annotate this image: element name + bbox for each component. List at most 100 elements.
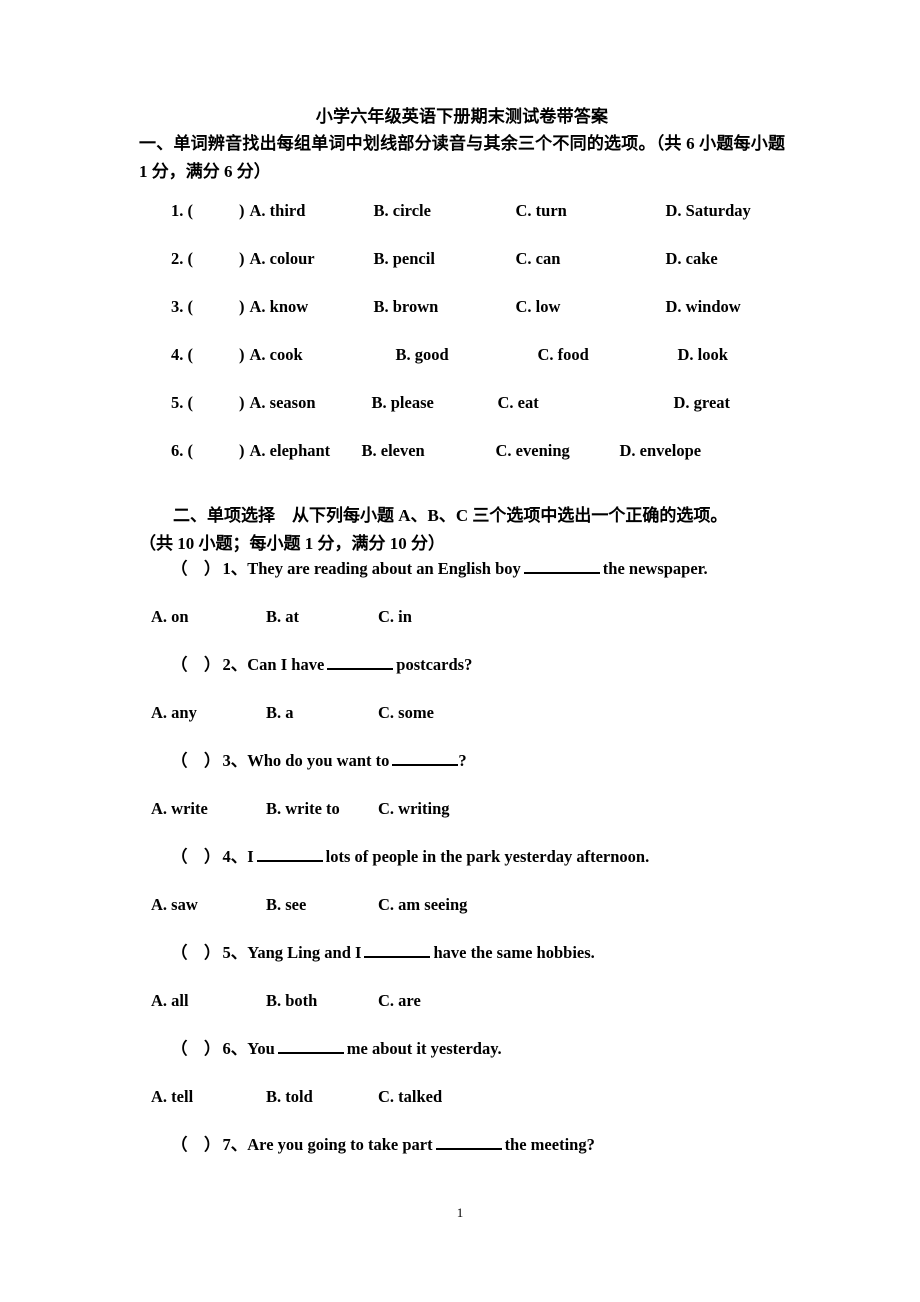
option-b[interactable]: B. a	[266, 702, 378, 750]
question-text-before: I	[247, 847, 254, 866]
question-4: （ ） 4、I lots of people in the park yesterd…	[139, 846, 785, 894]
question-6: （ ） 6、You me about it yesterday.	[139, 1038, 785, 1086]
question-number: 1、	[222, 559, 248, 578]
answer-blank[interactable]	[256, 847, 323, 862]
option-a[interactable]: A. write	[151, 798, 266, 846]
question-number: 5、	[222, 943, 248, 962]
question-text-before: Can I have	[247, 655, 325, 674]
question-7: （ ） 7、Are you going to take part the meeti…	[139, 1134, 785, 1182]
page-content: 小学六年级英语下册期末测试卷带答案 一、单词辨音找出每组单词中划线部分读音与其余…	[139, 104, 785, 1182]
answer-bracket[interactable]: （ ）	[171, 847, 221, 866]
answer-blank[interactable]	[327, 655, 394, 670]
option-a[interactable]: A. tell	[151, 1086, 266, 1134]
item-number: 4. (	[171, 345, 193, 364]
option-a[interactable]: A. saw	[151, 894, 266, 942]
option-a[interactable]: A. elephant	[250, 440, 362, 462]
answer-blank[interactable]	[364, 943, 431, 958]
answer-bracket[interactable]: （ ）	[171, 655, 221, 674]
question-6-options: A. tell B. told C. talked	[139, 1086, 785, 1134]
question-2: （ ） 2、Can I have postcards?	[139, 654, 785, 702]
question-1: （ ） 1、They are reading about an English b…	[139, 558, 785, 606]
option-b[interactable]: B. good	[396, 344, 538, 366]
option-c[interactable]: C. evening	[496, 440, 620, 462]
option-a[interactable]: A. season	[250, 392, 372, 414]
option-d[interactable]: D. envelope	[620, 440, 720, 462]
exam-page: 小学六年级英语下册期末测试卷带答案 一、单词辨音找出每组单词中划线部分读音与其余…	[0, 0, 920, 1302]
phonetics-item-1: 1. ( ) A. third B. circle C. turn D. Sat…	[139, 200, 785, 248]
question-text-after: me about it yesterday.	[346, 1039, 502, 1058]
question-text-before: Are you going to take part	[247, 1135, 433, 1154]
answer-blank[interactable]	[392, 751, 459, 766]
phonetics-item-6: 6. ( ) A. elephant B. eleven C. evening …	[139, 440, 785, 488]
option-b[interactable]: B. please	[372, 392, 498, 414]
option-c[interactable]: C. am seeing	[378, 894, 467, 942]
question-text-before: They are reading about an English boy	[247, 559, 521, 578]
answer-blank[interactable]	[435, 1135, 502, 1150]
question-text-after: lots of people in the park yesterday aft…	[325, 847, 650, 866]
option-d[interactable]: D. look	[678, 344, 778, 366]
question-4-options: A. saw B. see C. am seeing	[139, 894, 785, 942]
question-text-after: ?	[458, 751, 467, 770]
answer-bracket[interactable]: （ ）	[171, 751, 221, 770]
option-a[interactable]: A. on	[151, 606, 266, 654]
answer-blank[interactable]	[277, 1039, 344, 1054]
question-5-options: A. all B. both C. are	[139, 990, 785, 1038]
item-close-paren: )	[239, 249, 245, 268]
item-close-paren: )	[239, 201, 245, 220]
option-d[interactable]: D. great	[674, 392, 774, 414]
phonetics-item-5: 5. ( ) A. season B. please C. eat D. gre…	[139, 392, 785, 440]
page-title: 小学六年级英语下册期末测试卷带答案	[315, 107, 609, 126]
option-c[interactable]: C. eat	[498, 392, 674, 414]
item-close-paren: )	[239, 393, 245, 412]
option-b[interactable]: B. both	[266, 990, 378, 1038]
item-close-paren: )	[239, 345, 245, 364]
section-two-heading: 二、单项选择 从下列每小题 A、B、C 三个选项中选出一个正确的选项。 （共 10…	[139, 502, 785, 558]
option-c[interactable]: C. turn	[516, 200, 666, 222]
option-a[interactable]: A. any	[151, 702, 266, 750]
item-number: 3. (	[171, 297, 193, 316]
option-b[interactable]: B. write to	[266, 798, 378, 846]
answer-bracket[interactable]: （ ）	[171, 1135, 221, 1154]
answer-bracket[interactable]: （ ）	[171, 1039, 221, 1058]
option-b[interactable]: B. at	[266, 606, 378, 654]
question-text-after: have the same hobbies.	[433, 943, 595, 962]
option-d[interactable]: D. window	[666, 296, 766, 318]
option-c[interactable]: C. in	[378, 606, 412, 654]
option-c[interactable]: C. food	[538, 344, 678, 366]
answer-bracket[interactable]: （ ）	[171, 943, 221, 962]
option-b[interactable]: B. pencil	[374, 248, 516, 270]
item-close-paren: )	[239, 297, 245, 316]
option-b[interactable]: B. see	[266, 894, 378, 942]
question-1-options: A. on B. at C. in	[139, 606, 785, 654]
item-close-paren: )	[239, 441, 245, 460]
question-text-before: Yang Ling and I	[247, 943, 362, 962]
question-text-after: postcards?	[396, 655, 473, 674]
option-a[interactable]: A. cook	[250, 344, 396, 366]
option-d[interactable]: D. Saturday	[666, 200, 766, 222]
question-3-options: A. write B. write to C. writing	[139, 798, 785, 846]
answer-bracket[interactable]: （ ）	[171, 559, 221, 578]
option-b[interactable]: B. eleven	[362, 440, 496, 462]
option-c[interactable]: C. are	[378, 990, 421, 1038]
question-number: 3、	[222, 751, 248, 770]
option-b[interactable]: B. told	[266, 1086, 378, 1134]
item-number: 1. (	[171, 201, 193, 220]
question-text-after: the newspaper.	[602, 559, 708, 578]
option-a[interactable]: A. know	[250, 296, 374, 318]
section-two: 二、单项选择 从下列每小题 A、B、C 三个选项中选出一个正确的选项。 （共 10…	[139, 502, 785, 1182]
option-a[interactable]: A. colour	[250, 248, 374, 270]
question-number: 2、	[222, 655, 248, 674]
option-a[interactable]: A. third	[250, 200, 374, 222]
option-c[interactable]: C. some	[378, 702, 434, 750]
option-a[interactable]: A. all	[151, 990, 266, 1038]
answer-blank[interactable]	[523, 559, 600, 574]
option-c[interactable]: C. low	[516, 296, 666, 318]
option-c[interactable]: C. can	[516, 248, 666, 270]
item-number: 5. (	[171, 393, 193, 412]
question-2-options: A. any B. a C. some	[139, 702, 785, 750]
option-b[interactable]: B. brown	[374, 296, 516, 318]
option-d[interactable]: D. cake	[666, 248, 766, 270]
option-c[interactable]: C. writing	[378, 798, 450, 846]
option-c[interactable]: C. talked	[378, 1086, 442, 1134]
option-b[interactable]: B. circle	[374, 200, 516, 222]
